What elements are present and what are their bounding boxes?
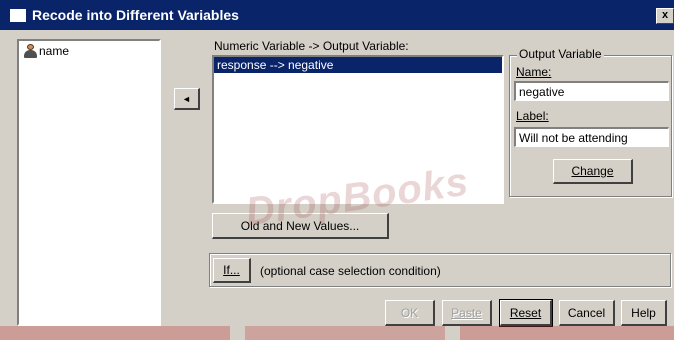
old-new-values-button[interactable]: Old and New Values...	[212, 213, 389, 239]
mapping-header: Numeric Variable -> Output Variable:	[214, 39, 409, 53]
label-field[interactable]: Will not be attending	[514, 127, 669, 147]
list-item[interactable]: response --> negative	[214, 57, 502, 73]
list-item[interactable]: name	[19, 41, 159, 61]
paste-button-label: Paste	[451, 305, 482, 320]
label-label: Label:	[516, 109, 549, 123]
ok-button[interactable]: OK	[385, 300, 435, 326]
title-bar[interactable]: Recode into Different Variables x	[0, 0, 674, 30]
window-icon	[10, 8, 26, 22]
variable-label: name	[39, 44, 70, 58]
person-variable-icon	[23, 44, 38, 58]
reset-button[interactable]: Reset	[499, 299, 553, 327]
if-button[interactable]: If...	[213, 258, 251, 283]
help-button-label: Help	[631, 305, 656, 320]
help-button[interactable]: Help	[621, 300, 667, 326]
close-button[interactable]: x	[656, 8, 674, 24]
mapping-list[interactable]: response --> negative	[212, 55, 504, 204]
ok-button-label: OK	[400, 305, 419, 320]
output-variable-legend: Output Variable	[517, 47, 604, 61]
cancel-button-label: Cancel	[567, 305, 606, 320]
old-new-values-label: Old and New Values...	[240, 218, 360, 233]
window-title: Recode into Different Variables	[32, 7, 239, 23]
if-hint: (optional case selection condition)	[260, 264, 441, 278]
watermark-stripes	[0, 326, 674, 340]
move-variable-button[interactable]: ◄	[174, 88, 200, 110]
if-button-label: If...	[223, 263, 240, 277]
name-label: Name:	[516, 65, 552, 79]
source-variable-list[interactable]: name	[17, 39, 161, 326]
reset-button-label: Reset	[509, 305, 542, 320]
cancel-button[interactable]: Cancel	[559, 300, 615, 326]
arrow-left-icon: ◄	[182, 93, 191, 104]
paste-button[interactable]: Paste	[442, 300, 492, 326]
name-field[interactable]: negative	[514, 81, 669, 101]
change-button[interactable]: Change	[553, 159, 633, 184]
change-button-label: Change	[571, 164, 614, 178]
